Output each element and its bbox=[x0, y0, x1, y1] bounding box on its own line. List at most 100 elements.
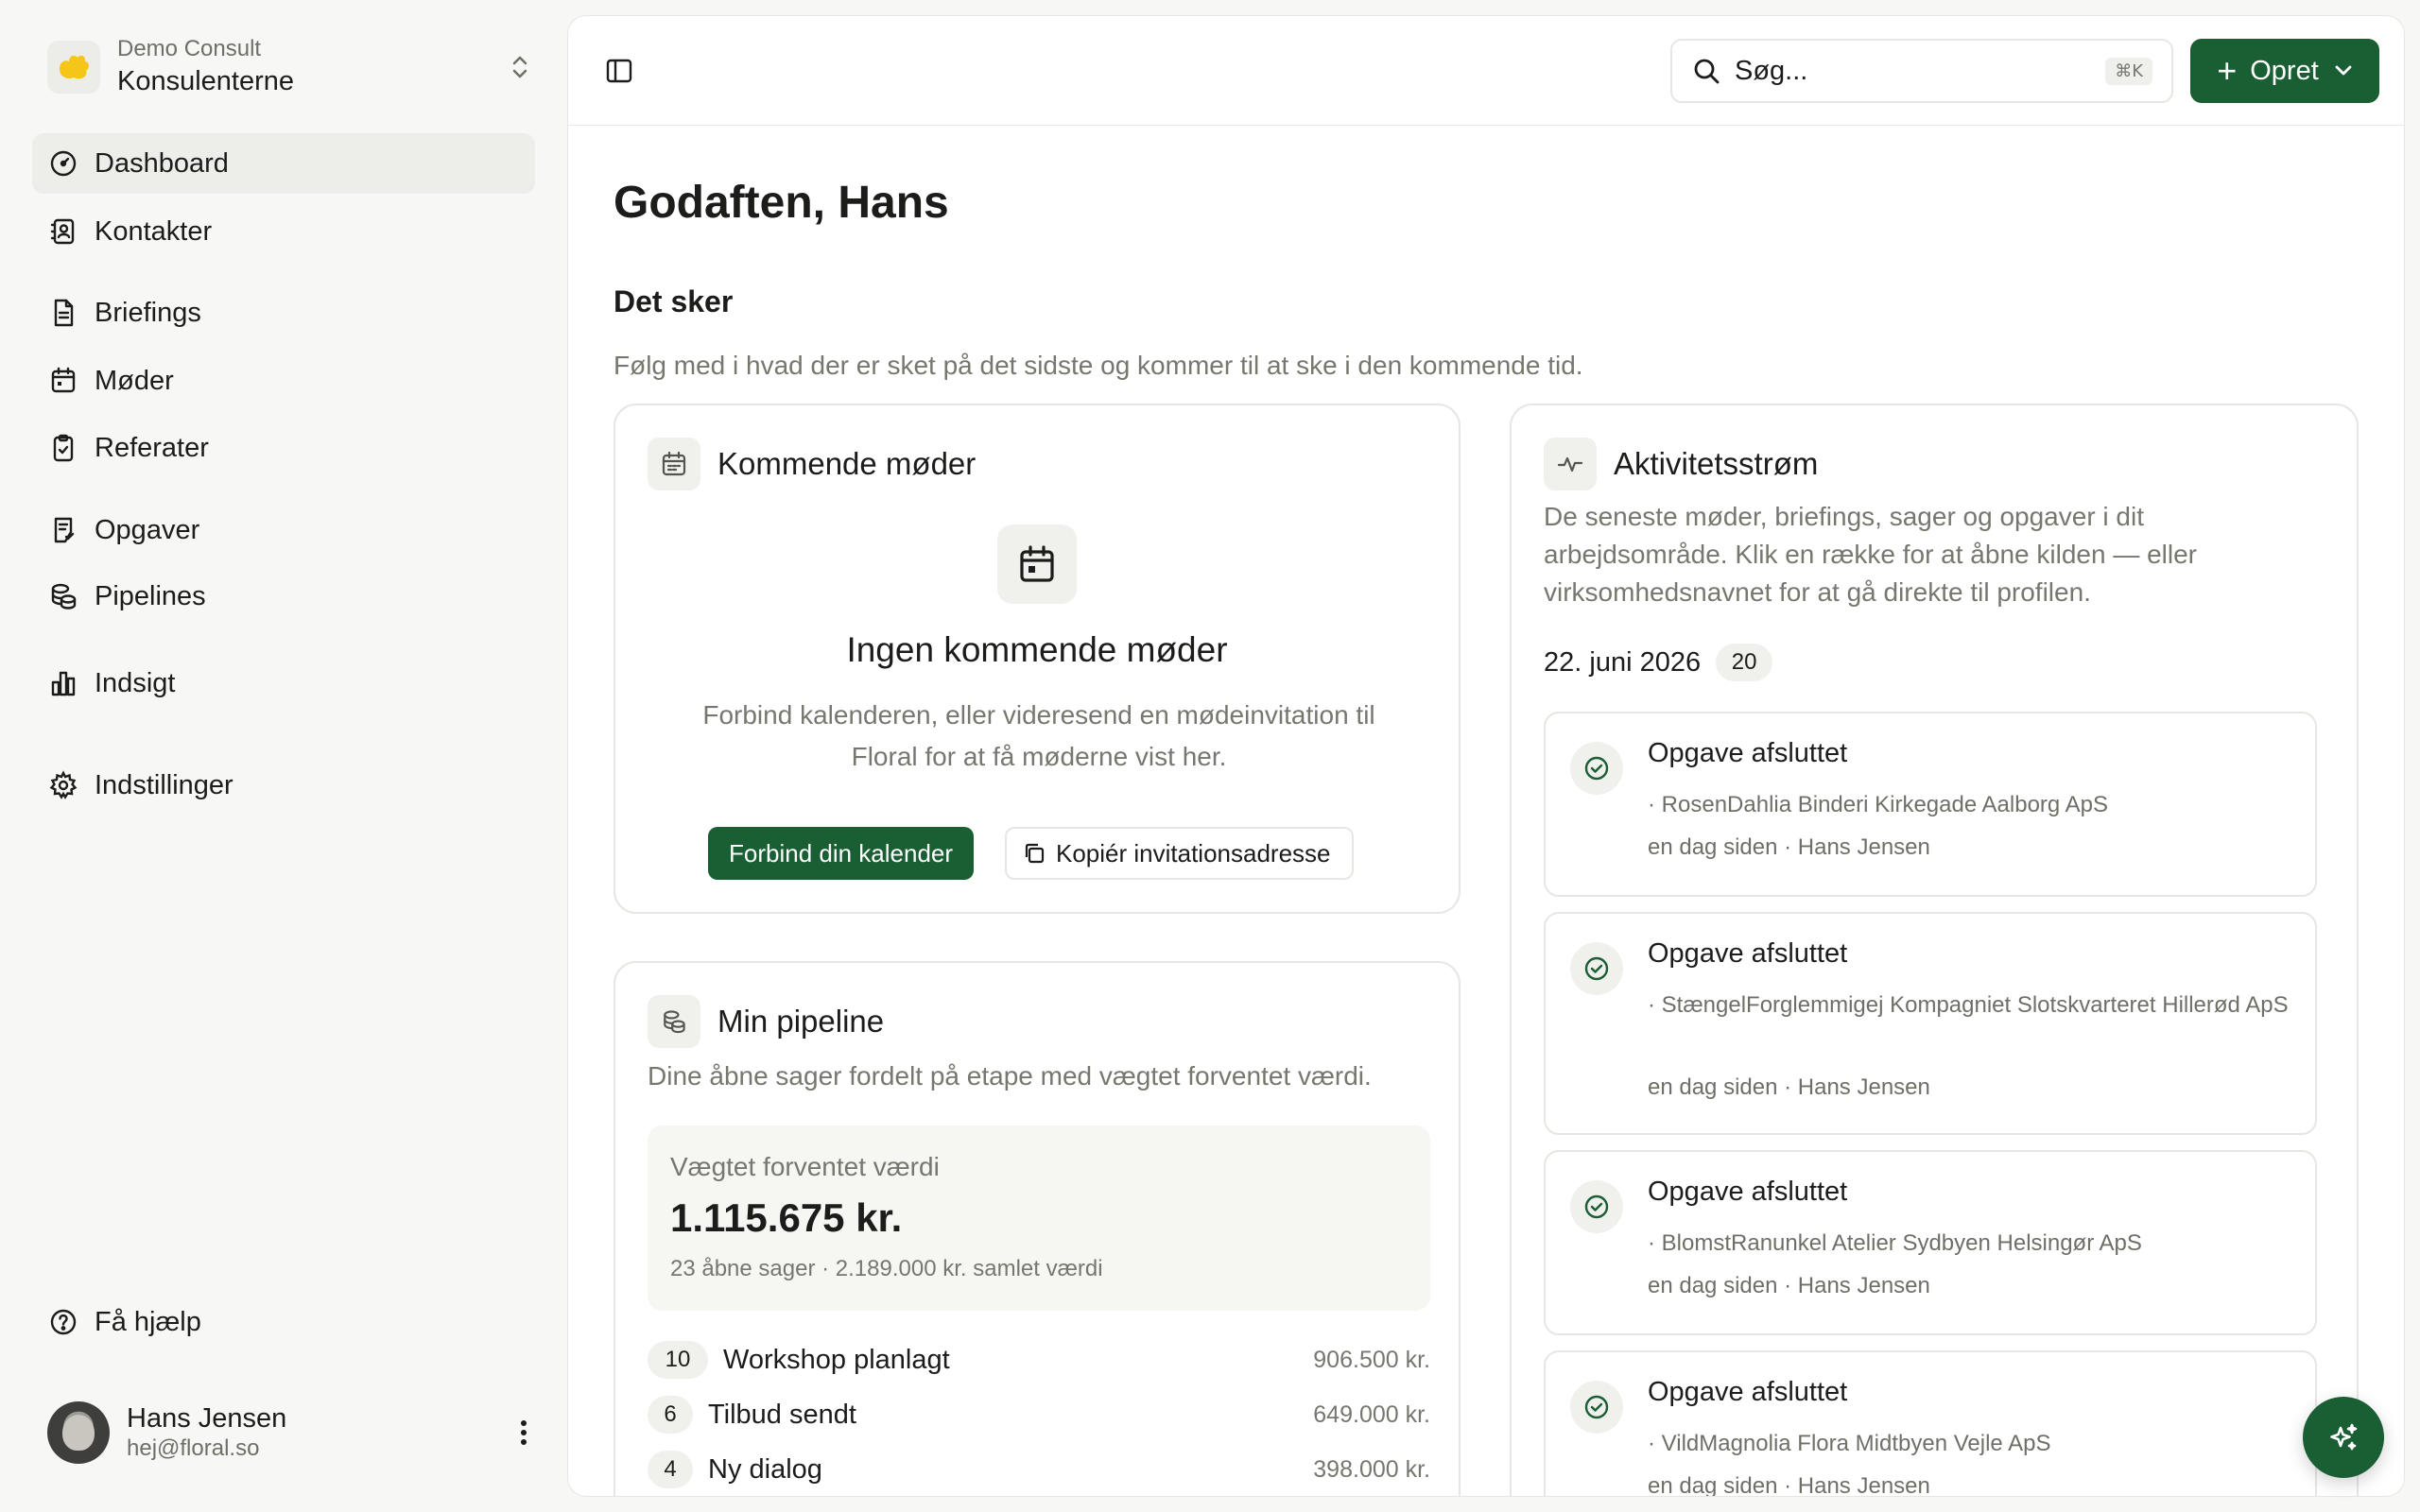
stage-count: 6 bbox=[648, 1396, 693, 1434]
activity-meta: en dag siden · Hans Jensen bbox=[1648, 1074, 1930, 1100]
search-placeholder: Søg... bbox=[1735, 55, 1808, 86]
stage-value: 649.000 kr. bbox=[1313, 1400, 1430, 1428]
activity-meta: en dag siden · Hans Jensen bbox=[1648, 834, 1930, 860]
sidebar-item-referater[interactable]: Referater bbox=[32, 418, 535, 478]
sidebar-item-dashboard[interactable]: Dashboard bbox=[32, 133, 535, 194]
weighted-value: 1.115.675 kr. bbox=[670, 1195, 903, 1240]
calendar-icon bbox=[997, 524, 1077, 604]
more-vertical-icon[interactable] bbox=[512, 1414, 535, 1452]
coins-icon bbox=[51, 583, 77, 610]
sidebar-item-indsigt[interactable]: Indsigt bbox=[32, 653, 535, 713]
pipeline-stage-row[interactable]: 6 Tilbud sendt 649.000 kr. bbox=[648, 1394, 1430, 1435]
user-name: Hans Jensen bbox=[127, 1403, 287, 1434]
calendar-icon bbox=[51, 367, 76, 393]
stage-name: Workshop planlagt bbox=[723, 1344, 950, 1375]
stage-count: 10 bbox=[648, 1341, 708, 1379]
activity-stream-card: Aktivitetsstrøm De seneste møder, briefi… bbox=[1510, 404, 2359, 1497]
activity-title: Opgave afsluttet bbox=[1648, 938, 1848, 969]
card-title: Kommende møder bbox=[717, 446, 977, 481]
stage-name: Tilbud sendt bbox=[708, 1399, 856, 1430]
activity-count-badge: 20 bbox=[1716, 644, 1773, 681]
help-link[interactable]: Få hjælp bbox=[32, 1292, 535, 1352]
sidebar-item-label: Opgaver bbox=[95, 514, 200, 545]
user-profile[interactable]: Hans Jensen hej@floral.so bbox=[47, 1400, 535, 1465]
activity-item[interactable]: Opgave afsluttet · VildMagnolia Flora Mi… bbox=[1544, 1350, 2317, 1497]
activity-company-link[interactable]: · StængelForglemmigej Kompagniet Slotskv… bbox=[1648, 986, 2290, 1025]
connect-calendar-button[interactable]: Forbind din kalender bbox=[708, 827, 975, 880]
activity-description: De seneste møder, briefings, sager og op… bbox=[1544, 502, 2198, 607]
sidebar-item-label: Indstillinger bbox=[95, 769, 233, 800]
check-circle-icon bbox=[1570, 1180, 1623, 1233]
document-icon bbox=[54, 299, 74, 327]
section-description: Følg med i hvad der er sket på det sidst… bbox=[614, 351, 1583, 380]
pipeline-stage-row[interactable]: 10 Workshop planlagt 906.500 kr. bbox=[648, 1339, 1430, 1381]
activity-pulse-icon bbox=[1544, 438, 1597, 490]
ai-assistant-button[interactable] bbox=[2303, 1397, 2384, 1478]
create-label: Opret bbox=[2250, 55, 2319, 86]
sidebar-toggle-icon[interactable] bbox=[602, 54, 636, 88]
activity-item[interactable]: Opgave afsluttet · StængelForglemmigej K… bbox=[1544, 912, 2317, 1135]
sidebar-item-label: Møder bbox=[95, 365, 174, 396]
sidebar-item-label: Pipelines bbox=[95, 580, 206, 611]
help-label: Få hjælp bbox=[95, 1306, 201, 1337]
chevron-up-down-icon[interactable] bbox=[505, 48, 535, 86]
activity-title: Opgave afsluttet bbox=[1648, 738, 1848, 768]
page-title: Godaften, Hans bbox=[614, 178, 949, 228]
coins-icon bbox=[648, 995, 700, 1048]
sidebar-item-briefings[interactable]: Briefings bbox=[32, 283, 535, 343]
gauge-icon bbox=[50, 150, 77, 177]
sidebar-item-kontakter[interactable]: Kontakter bbox=[32, 201, 535, 262]
activity-item[interactable]: Opgave afsluttet · BlomstRanunkel Atelie… bbox=[1544, 1150, 2317, 1335]
activity-company-link[interactable]: · VildMagnolia Flora Midtbyen Vejle ApS bbox=[1648, 1424, 2290, 1464]
activity-meta: en dag siden · Hans Jensen bbox=[1648, 1273, 1930, 1298]
bar-chart-icon bbox=[51, 671, 76, 696]
sidebar-item-pipelines[interactable]: Pipelines bbox=[32, 566, 535, 627]
gear-icon bbox=[49, 770, 78, 799]
stage-value: 906.500 kr. bbox=[1313, 1346, 1430, 1373]
sparkles-icon bbox=[2330, 1423, 2358, 1451]
main-panel: Søg... ⌘K + Opret Godaften, Hans Det ske… bbox=[567, 15, 2405, 1497]
sidebar-item-label: Kontakter bbox=[95, 215, 213, 247]
chevron-down-icon bbox=[2334, 64, 2353, 77]
sidebar-item-indstillinger[interactable]: Indstillinger bbox=[32, 755, 535, 816]
workspace-subtitle: Demo Consult bbox=[117, 36, 262, 61]
upcoming-meetings-card: Kommende møder Ingen kommende møder Forb… bbox=[614, 404, 1461, 914]
copy-icon bbox=[1025, 843, 1045, 864]
activity-title: Opgave afsluttet bbox=[1648, 1377, 1848, 1407]
check-circle-icon bbox=[1570, 1381, 1623, 1434]
check-circle-icon bbox=[1570, 742, 1623, 795]
task-list-icon bbox=[54, 517, 75, 543]
workspace-logo bbox=[47, 41, 100, 94]
pipeline-summary: 23 åbne sager · 2.189.000 kr. samlet vær… bbox=[670, 1256, 1103, 1281]
help-circle-icon bbox=[50, 1309, 77, 1335]
activity-date-header: 22. juni 2026 20 bbox=[1544, 644, 1773, 681]
empty-state-description: Forbind kalenderen, eller videresend en … bbox=[702, 700, 1375, 771]
contact-book-icon bbox=[50, 218, 75, 245]
activity-company-link[interactable]: · RosenDahlia Binderi Kirkegade Aalborg … bbox=[1648, 785, 2290, 825]
workspace-switcher[interactable]: Demo Consult Konsulenterne bbox=[47, 34, 535, 100]
check-circle-icon bbox=[1570, 942, 1623, 995]
create-button[interactable]: + Opret bbox=[2190, 39, 2379, 103]
activity-company-link[interactable]: · BlomstRanunkel Atelier Sydbyen Helsing… bbox=[1648, 1224, 2290, 1263]
activity-meta: en dag siden · Hans Jensen bbox=[1648, 1473, 1930, 1497]
search-shortcut: ⌘K bbox=[2105, 57, 2152, 85]
pipeline-card: Min pipeline Dine åbne sager fordelt på … bbox=[614, 961, 1461, 1496]
pipeline-stage-row[interactable]: 4 Ny dialog 398.000 kr. bbox=[648, 1449, 1430, 1490]
card-title: Min pipeline bbox=[717, 1004, 885, 1039]
activity-item[interactable]: Opgave afsluttet · RosenDahlia Binderi K… bbox=[1544, 712, 2317, 897]
sidebar-item-label: Briefings bbox=[95, 297, 201, 328]
copy-invitation-address-button[interactable]: Kopiér invitationsadresse bbox=[1005, 827, 1354, 880]
stage-value: 398.000 kr. bbox=[1313, 1455, 1430, 1483]
sidebar-item-opgaver[interactable]: Opgaver bbox=[32, 500, 535, 560]
activity-title: Opgave afsluttet bbox=[1648, 1177, 1848, 1207]
stage-name: Ny dialog bbox=[708, 1453, 822, 1485]
search-input[interactable]: Søg... ⌘K bbox=[1670, 39, 2173, 103]
plus-icon: + bbox=[2217, 51, 2238, 90]
sidebar-item-label: Indsigt bbox=[95, 667, 176, 698]
pipeline-description: Dine åbne sager fordelt på etape med væg… bbox=[648, 1061, 1372, 1091]
workspace-name: Konsulenterne bbox=[117, 66, 295, 96]
sidebar-item-moder[interactable]: Møder bbox=[32, 351, 535, 411]
search-icon bbox=[1694, 59, 1720, 84]
clipboard-check-icon bbox=[53, 434, 74, 462]
copy-invitation-label: Kopiér invitationsadresse bbox=[1056, 838, 1331, 868]
